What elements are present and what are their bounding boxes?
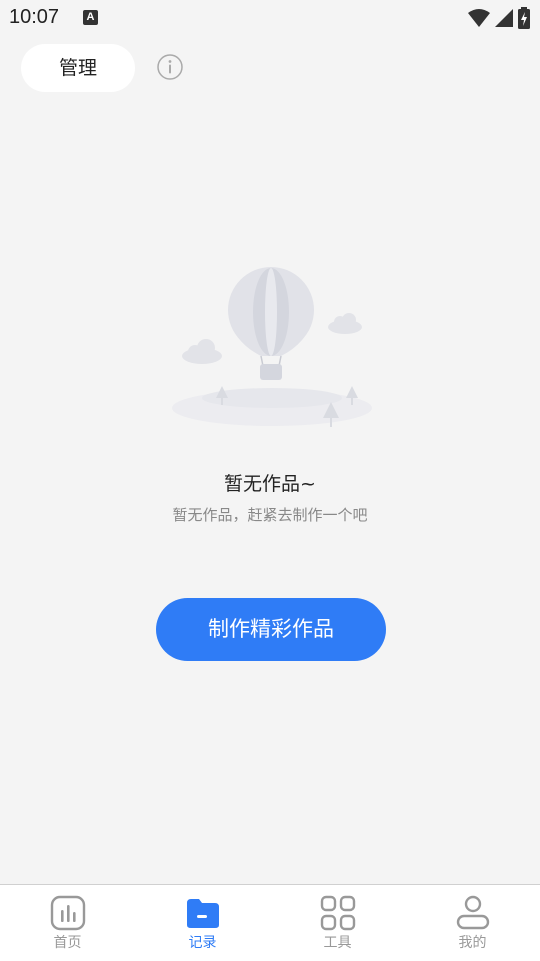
- signal-icon: [495, 9, 513, 27]
- status-bar: 10:07 A: [0, 0, 540, 36]
- tab-records[interactable]: 记录: [135, 885, 270, 961]
- empty-title: 暂无作品~: [224, 473, 316, 495]
- tab-mine[interactable]: 我的: [405, 885, 540, 961]
- wifi-icon: [468, 9, 490, 27]
- tab-label: 我的: [458, 935, 487, 951]
- create-work-button[interactable]: 制作精彩作品: [156, 598, 386, 661]
- status-time: 10:07: [9, 6, 60, 28]
- user-icon: [456, 895, 489, 930]
- tab-label: 首页: [53, 935, 82, 951]
- manage-button[interactable]: 管理: [21, 44, 135, 92]
- info-icon[interactable]: [157, 54, 183, 80]
- chart-icon: [50, 895, 85, 931]
- tab-home[interactable]: 首页: [0, 885, 135, 961]
- battery-icon: [518, 7, 530, 29]
- bottom-tabbar: 首页 记录 工具 我的: [0, 884, 540, 961]
- tab-tools[interactable]: 工具: [270, 885, 405, 961]
- a-icon: A: [83, 10, 98, 25]
- status-icons: [468, 7, 530, 29]
- empty-subtitle: 暂无作品，赶紧去制作一个吧: [172, 506, 368, 524]
- balloon-illustration: [172, 267, 372, 427]
- tab-label: 工具: [323, 935, 352, 951]
- grid-icon: [320, 895, 355, 931]
- tab-label: 记录: [188, 935, 217, 951]
- folder-icon: [186, 899, 219, 928]
